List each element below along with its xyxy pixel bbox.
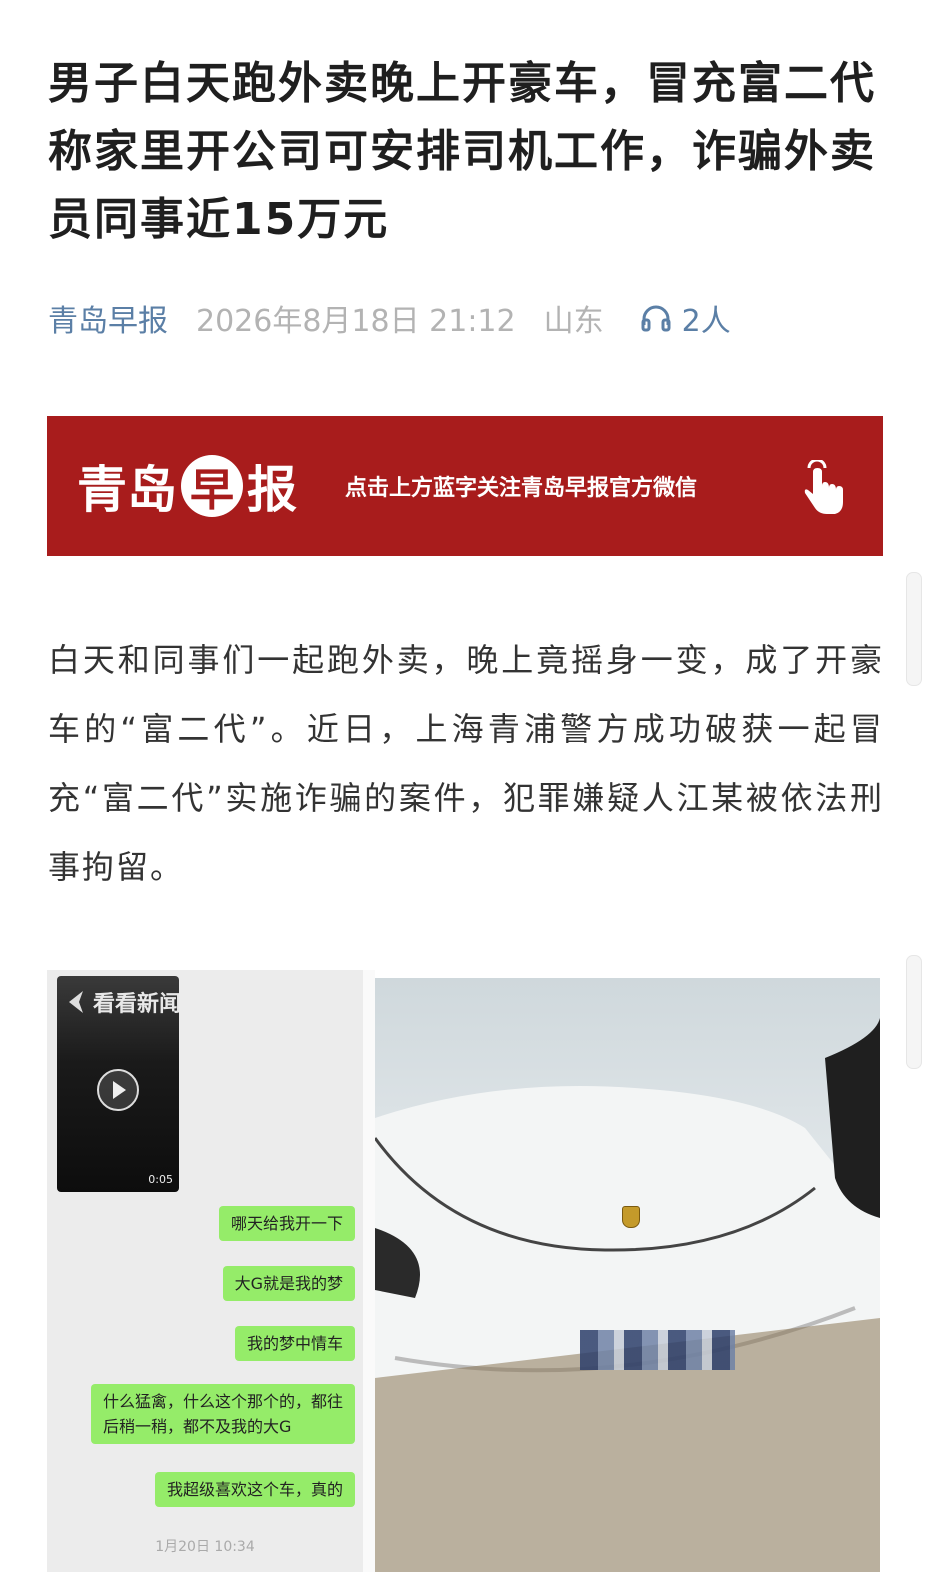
porsche-badge-icon — [622, 1206, 640, 1228]
article-paragraph: 白天和同事们一起跑外卖，晚上竟摇身一变，成了开豪车的“富二代”。近日，上海青浦警… — [48, 641, 884, 886]
pointing-hand-icon — [804, 460, 843, 514]
play-icon — [97, 1069, 139, 1111]
video-thumbnail: 看看新闻 0:05 — [57, 976, 179, 1192]
publish-datetime: 2026年8月18日 21:12 — [196, 304, 516, 339]
blurred-license-plate — [580, 1330, 735, 1370]
chat-bubble: 我超级喜欢这个车，真的 — [154, 1472, 355, 1507]
newspaper-logo: 青岛 早 报 — [77, 450, 297, 522]
headphones-icon — [641, 305, 671, 332]
chat-bubble: 什么猛禽，什么这个那个的，都往 后稍一稍，都不及我的大G — [90, 1384, 355, 1444]
logo-circle-char: 早 — [181, 455, 243, 517]
video-duration: 0:05 — [148, 1173, 173, 1186]
location-label: 山东 — [543, 304, 604, 339]
scrollbar-thumb-lower[interactable] — [906, 955, 922, 1069]
article-meta: 青岛早报 2026年8月18日 21:12 山东 2人 — [48, 296, 731, 340]
logo-text-right: 报 — [247, 460, 297, 519]
scrollbar-thumb-upper[interactable] — [906, 572, 922, 686]
follow-banner[interactable]: 青岛 早 报 点击上方蓝字关注青岛早报官方微信 — [47, 416, 883, 556]
chat-bubble: 我的梦中情车 — [234, 1326, 355, 1361]
car-shape — [375, 1018, 880, 1572]
article-image[interactable]: 看看新闻 0:05 哪天给我开一下 大G就是我的梦 我的梦中情车 什么猛禽，什么… — [47, 970, 880, 1572]
news-watermark: 看看新闻 — [65, 986, 179, 1018]
chat-screenshot: 看看新闻 0:05 哪天给我开一下 大G就是我的梦 我的梦中情车 什么猛禽，什么… — [47, 970, 363, 1572]
chat-timestamp: 1月20日 10:34 — [155, 1539, 255, 1555]
banner-slogan: 点击上方蓝字关注青岛早报官方微信 — [345, 475, 698, 501]
kankan-logo-icon — [69, 991, 83, 1013]
listen-button[interactable]: 2人 — [640, 296, 731, 340]
logo-text-left: 青岛 — [77, 460, 177, 519]
listener-count: 2人 — [681, 304, 731, 339]
chat-bubble: 哪天给我开一下 — [218, 1206, 355, 1241]
car-photo — [375, 978, 880, 1572]
source-link[interactable]: 青岛早报 — [48, 296, 168, 340]
chat-bubble: 大G就是我的梦 — [222, 1266, 355, 1301]
article-title: 男子白天跑外卖晚上开豪车，冒充富二代称家里开公司可安排司机工作，诈骗外卖员同事近… — [48, 58, 876, 245]
